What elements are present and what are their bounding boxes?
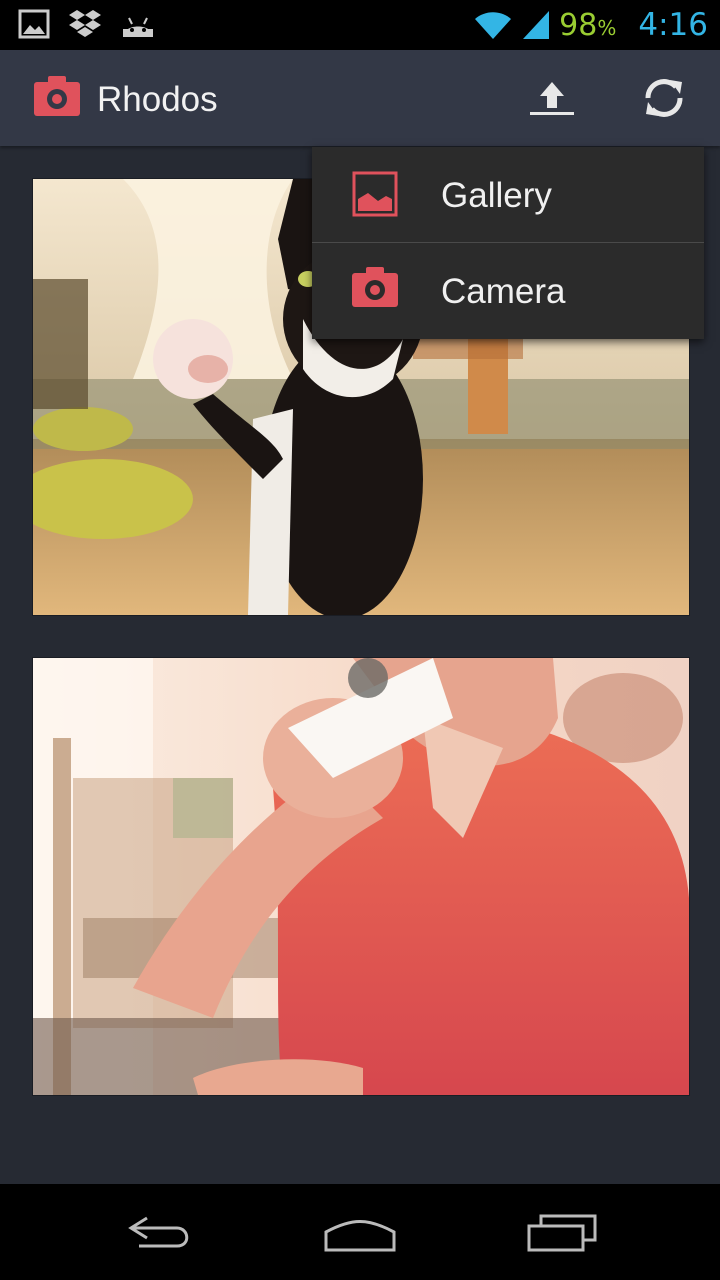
home-icon: [324, 1220, 396, 1252]
android-icon: [123, 17, 153, 37]
recent-apps-icon: [527, 1214, 597, 1252]
battery-level: 98%: [559, 7, 617, 43]
status-bar: 98% 4:16: [0, 0, 720, 50]
coffee-photo-image: [33, 658, 689, 1095]
navigation-bar: [0, 1184, 720, 1280]
dropbox-icon: [69, 10, 101, 37]
camera-icon[interactable]: [34, 76, 80, 116]
signal-icon: [523, 11, 550, 39]
notification-icons: [18, 8, 156, 40]
upload-icon: [530, 82, 574, 115]
menu-item-label: Camera: [441, 272, 566, 311]
image-source-menu: Gallery Camera: [312, 147, 704, 339]
camera-icon: [352, 267, 398, 307]
menu-item-gallery[interactable]: Gallery: [312, 147, 704, 243]
menu-item-camera[interactable]: Camera: [312, 243, 704, 339]
action-bar: Rhodos: [0, 50, 720, 146]
image-icon: [18, 9, 50, 39]
gallery-icon: [352, 171, 398, 217]
wifi-icon: [475, 12, 512, 39]
back-button[interactable]: [110, 1202, 210, 1262]
back-icon: [128, 1216, 189, 1248]
recent-apps-button[interactable]: [512, 1202, 612, 1262]
refresh-button[interactable]: [632, 68, 696, 128]
app-title: Rhodos: [97, 80, 218, 119]
refresh-icon: [645, 79, 683, 117]
home-button[interactable]: [310, 1202, 410, 1262]
coffee-photo[interactable]: [32, 657, 690, 1096]
menu-item-label: Gallery: [441, 176, 552, 215]
upload-button[interactable]: [520, 68, 584, 128]
clock: 4:16: [638, 7, 708, 43]
